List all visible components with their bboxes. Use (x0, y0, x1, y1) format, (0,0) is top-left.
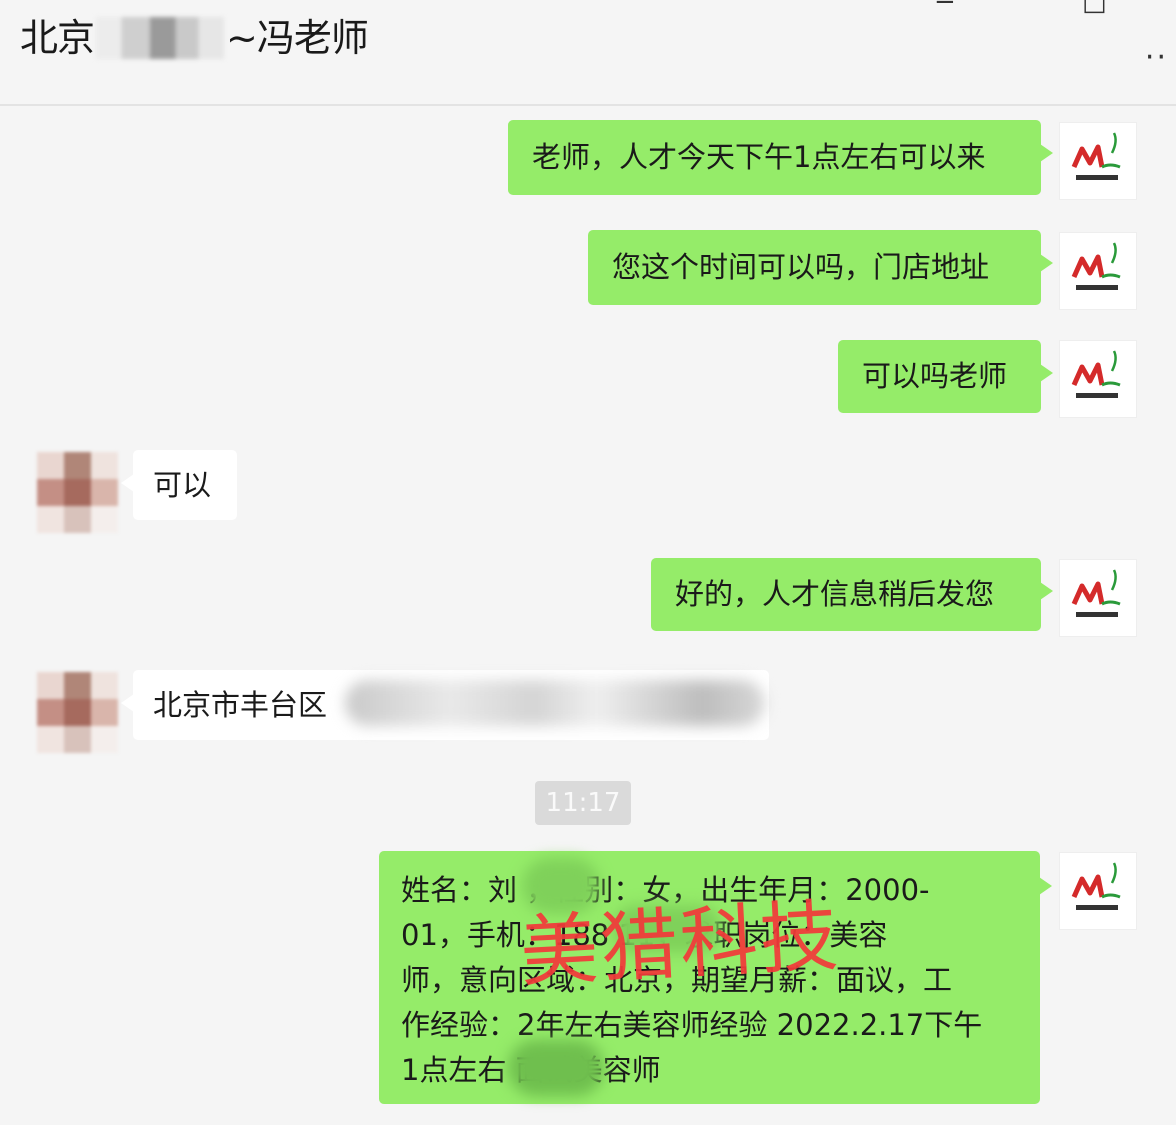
message-bubble-outgoing[interactable]: 好的，人才信息稍后发您 (651, 558, 1053, 631)
chat-title-prefix: 北京 (20, 16, 95, 60)
my-avatar[interactable] (1060, 233, 1136, 309)
my-avatar[interactable] (1060, 341, 1136, 417)
meilie-tech-logo-icon (1071, 350, 1121, 398)
message-bubble-outgoing[interactable]: 您这个时间可以吗，门店地址 (588, 230, 1053, 305)
message-text: 老师，人才今天下午1点左右可以来 (532, 140, 986, 174)
chat-title-suffix: ~冯老师 (226, 16, 369, 60)
message-text: 可以吗老师 (862, 359, 1008, 393)
redacted-location-blur (508, 1040, 604, 1096)
contact-avatar[interactable] (37, 452, 118, 534)
message-bubble-outgoing[interactable]: 可以吗老师 (838, 340, 1053, 413)
contact-avatar[interactable] (37, 672, 118, 754)
meilie-tech-logo-icon (1071, 862, 1121, 910)
my-avatar[interactable] (1060, 123, 1136, 199)
watermark-text: 美猎科技 (517, 891, 843, 999)
message-bubble-outgoing[interactable]: 老师，人才今天下午1点左右可以来 (508, 120, 1053, 195)
message-text: 可以 (153, 468, 212, 502)
message-text-line: 1点左右 面试美容师 (401, 1053, 661, 1087)
more-options-icon[interactable]: ·· (1145, 40, 1168, 75)
redacted-address (345, 680, 765, 726)
meilie-tech-logo-icon (1071, 569, 1121, 617)
message-text: 好的，人才信息稍后发您 (675, 577, 995, 611)
message-text: 北京市丰台区 (153, 688, 328, 722)
redacted-name (96, 17, 225, 59)
message-text-line: 作经验：2年左右美容师经验 2022.2.17下午 (401, 1008, 983, 1042)
message-bubble-incoming[interactable]: 可以 (121, 450, 237, 520)
my-avatar[interactable] (1060, 853, 1136, 929)
chat-title: 北京 ~冯老师 (20, 14, 369, 62)
maximize-icon[interactable]: □ (1082, 0, 1107, 15)
message-timestamp: 11:17 (535, 781, 631, 825)
meilie-tech-logo-icon (1071, 242, 1121, 290)
message-text: 您这个时间可以吗，门店地址 (612, 250, 990, 284)
meilie-tech-logo-icon (1071, 132, 1121, 180)
my-avatar[interactable] (1060, 560, 1136, 636)
chat-header: 北京 ~冯老师 − □ ·· (0, 0, 1176, 106)
minimize-icon[interactable]: − (934, 0, 956, 15)
